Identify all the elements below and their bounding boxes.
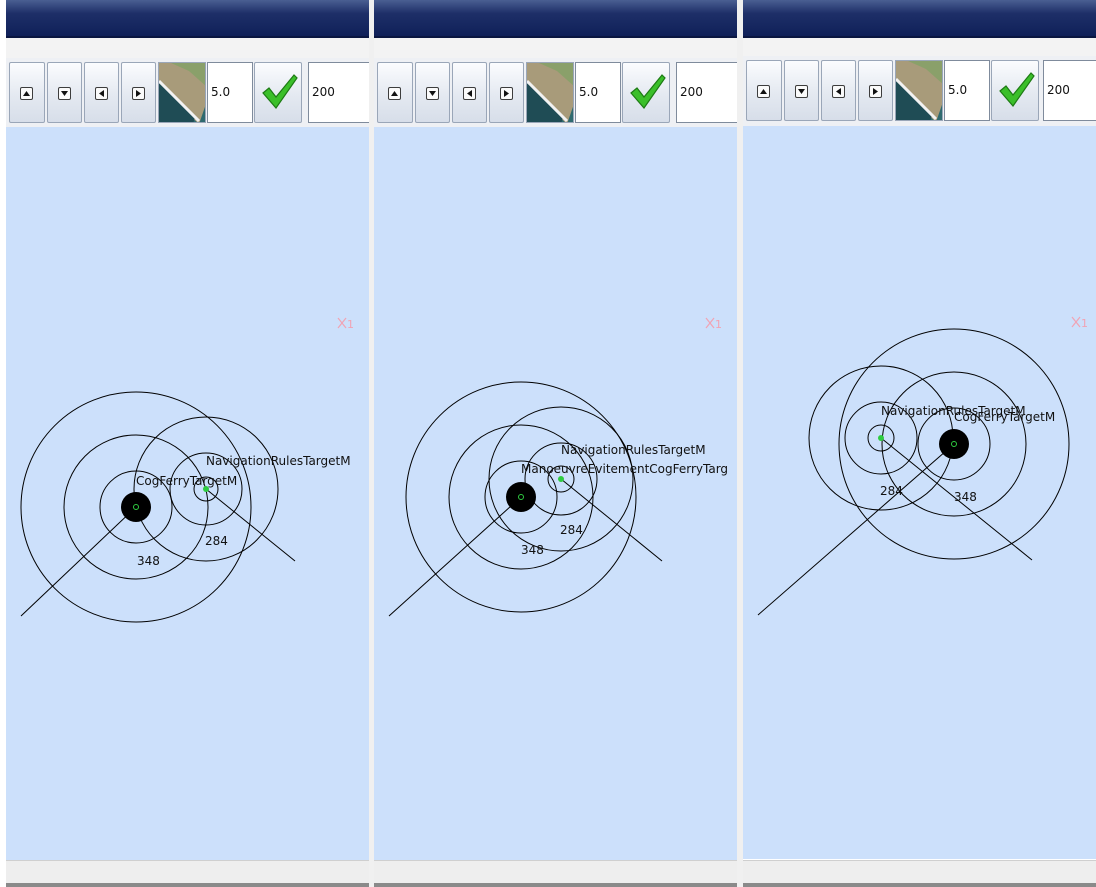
arrow-down-icon <box>57 87 71 100</box>
move-right-button[interactable] <box>121 62 156 123</box>
title-bar[interactable] <box>6 0 370 38</box>
apply-button[interactable] <box>622 62 670 123</box>
map-canvas[interactable]: CogFerryTargetM NavigationRulesTargetM 3… <box>743 126 1096 859</box>
target-ship-label: NavigationRulesTargetM <box>206 454 351 468</box>
own-ship-icon[interactable] <box>939 429 969 459</box>
marker-cross-icon <box>337 317 347 329</box>
target-ship-label: NavigationRulesTargetM <box>881 404 1026 418</box>
arrow-up-icon <box>20 87 33 100</box>
arrow-left-icon <box>94 87 108 100</box>
status-bar <box>374 860 738 884</box>
arrow-left-icon <box>831 85 845 98</box>
move-right-button[interactable] <box>489 62 524 123</box>
own-ship-label: ManoeuvreEvitementCogFerryTarg <box>521 462 728 476</box>
apply-button[interactable] <box>254 62 302 123</box>
toolbar: 5.0 200 <box>374 58 738 128</box>
move-down-button[interactable] <box>415 62 450 123</box>
title-bar[interactable] <box>374 0 738 38</box>
own-range-label: 348 <box>954 490 977 504</box>
target-ship-label: NavigationRulesTargetM <box>561 443 706 457</box>
move-up-button[interactable] <box>9 62 45 123</box>
arrow-up-icon <box>757 85 770 98</box>
arrow-right-icon <box>131 87 145 100</box>
window-border <box>374 883 738 887</box>
apply-button[interactable] <box>991 60 1039 121</box>
menu-bar <box>374 38 738 58</box>
arrow-down-icon <box>425 87 439 100</box>
move-down-button[interactable] <box>784 60 819 121</box>
own-heading-vector <box>757 443 955 616</box>
arrow-up-icon <box>388 87 401 100</box>
own-ship-label: CogFerryTargetM <box>136 474 237 488</box>
move-left-button[interactable] <box>452 62 487 123</box>
range-input[interactable]: 200 <box>1043 60 1096 121</box>
scale-input[interactable]: 5.0 <box>944 60 990 121</box>
arrow-right-icon <box>868 85 882 98</box>
satellite-map-thumbnail-icon[interactable] <box>895 60 943 121</box>
menu-bar <box>743 38 1096 56</box>
marker-label: 1 <box>347 318 354 331</box>
toolbar: 5.0 200 <box>743 56 1096 127</box>
own-ship-icon[interactable] <box>506 482 536 512</box>
own-range-label: 348 <box>137 554 160 568</box>
move-left-button[interactable] <box>821 60 856 121</box>
green-checkmark-icon <box>262 74 298 109</box>
window-border <box>743 883 1096 887</box>
app-window-1: 5.0 200 CogFerryTargetM NavigationRulesT… <box>6 0 370 887</box>
radar-plot[interactable]: ManoeuvreEvitementCogFerryTarg Navigatio… <box>374 127 738 860</box>
range-input[interactable]: 200 <box>308 62 370 123</box>
toolbar: 5.0 200 <box>6 58 370 128</box>
radar-plot[interactable]: CogFerryTargetM NavigationRulesTargetM 3… <box>743 126 1096 859</box>
scale-input[interactable]: 5.0 <box>575 62 621 123</box>
target-range-label: 284 <box>205 534 228 548</box>
move-down-button[interactable] <box>47 62 82 123</box>
app-window-2: 5.0 200 ManoeuvreEvitementCogFerryTarg N… <box>374 0 738 887</box>
marker-label: 1 <box>1081 317 1088 330</box>
target-ship-dot[interactable] <box>878 435 884 441</box>
target-ship-dot[interactable] <box>558 476 564 482</box>
arrow-left-icon <box>462 87 476 100</box>
radar-plot[interactable]: CogFerryTargetM NavigationRulesTargetM 3… <box>6 127 370 860</box>
scale-input[interactable]: 5.0 <box>207 62 253 123</box>
arrow-down-icon <box>794 85 808 98</box>
satellite-map-thumbnail-icon[interactable] <box>158 62 206 123</box>
green-checkmark-icon <box>999 72 1035 107</box>
target-heading-vector <box>560 478 663 562</box>
status-bar <box>6 860 370 884</box>
target-range-label: 284 <box>560 523 583 537</box>
own-heading-vector <box>20 506 137 617</box>
range-input[interactable]: 200 <box>676 62 738 123</box>
map-canvas[interactable]: CogFerryTargetM NavigationRulesTargetM 3… <box>6 127 370 860</box>
move-left-button[interactable] <box>84 62 119 123</box>
marker-cross-icon <box>1071 316 1081 328</box>
arrow-right-icon <box>499 87 513 100</box>
title-bar[interactable] <box>743 0 1096 38</box>
marker-cross-icon <box>705 317 715 329</box>
map-canvas[interactable]: ManoeuvreEvitementCogFerryTarg Navigatio… <box>374 127 738 860</box>
satellite-map-thumbnail-icon[interactable] <box>526 62 574 123</box>
move-right-button[interactable] <box>858 60 893 121</box>
menu-bar <box>6 38 370 58</box>
app-window-3: 5.0 200 CogFerryTargetM NavigationRulesT… <box>743 0 1096 887</box>
target-range-label: 284 <box>880 484 903 498</box>
status-bar <box>743 860 1096 884</box>
move-up-button[interactable] <box>377 62 413 123</box>
marker-label: 1 <box>715 318 722 331</box>
own-ship-icon[interactable] <box>121 492 151 522</box>
move-up-button[interactable] <box>746 60 782 121</box>
green-checkmark-icon <box>630 74 666 109</box>
own-heading-vector <box>388 496 522 617</box>
window-border <box>6 883 370 887</box>
own-range-label: 348 <box>521 543 544 557</box>
